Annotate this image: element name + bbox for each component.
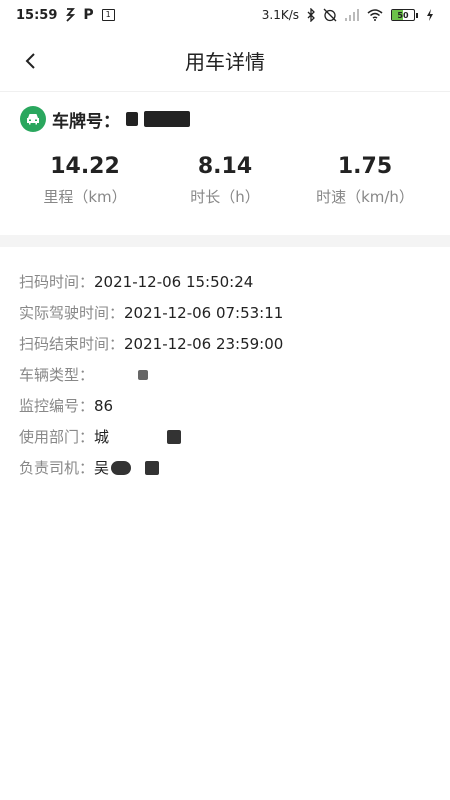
app-header: 用车详情 [0, 30, 450, 92]
redacted-driver-b [145, 460, 160, 475]
notification-box-icon: 1 [101, 9, 115, 21]
sync-icon [65, 8, 76, 22]
detail-label: 使用部门： [19, 428, 95, 446]
stat-mileage: 14.22 里程（km） [25, 152, 145, 207]
status-bar: 15:59 P 1 3.1K/s 50 [0, 0, 450, 30]
detail-list: 扫码时间： 2021-12-06 15:50:24 实际驾驶时间： 2021-1… [19, 266, 283, 483]
detail-row-department: 使用部门： 城 [19, 421, 283, 452]
detail-row-driver: 负责司机： 吴 [19, 452, 283, 483]
stat-duration: 8.14 时长（h） [165, 152, 285, 207]
redacted-vehicle-type [138, 369, 149, 380]
detail-row-scan-time: 扫码时间： 2021-12-06 15:50:24 [19, 266, 283, 297]
stat-speed: 1.75 时速（km/h） [305, 152, 425, 207]
status-left: 15:59 P 1 [16, 8, 115, 23]
detail-row-vehicle-type: 车辆类型： [19, 359, 283, 390]
alarm-off-icon [323, 8, 337, 22]
detail-row-monitor-id: 监控编号： 86 [19, 390, 283, 421]
plate-row: 车牌号： [20, 106, 190, 132]
back-arrow-icon [25, 53, 35, 69]
trip-stats: 14.22 里程（km） 8.14 时长（h） 1.75 时速（km/h） [0, 152, 450, 207]
plate-label: 车牌号： [52, 111, 120, 132]
battery-level: 50 [397, 10, 409, 20]
detail-label: 扫码结束时间： [19, 335, 125, 353]
redacted-driver-a [111, 460, 132, 475]
redacted-department [167, 429, 182, 444]
detail-value: 2021-12-06 23:59:00 [124, 334, 284, 353]
bluetooth-icon [307, 8, 315, 22]
charging-icon [426, 9, 434, 21]
wifi-icon [367, 9, 383, 21]
signal-icon [345, 9, 359, 21]
stat-value: 8.14 [197, 154, 253, 179]
page-title: 用车详情 [185, 50, 265, 74]
detail-row-scan-end-time: 扫码结束时间： 2021-12-06 23:59:00 [19, 328, 283, 359]
detail-label: 实际驾驶时间： [19, 304, 125, 322]
stat-label: 里程（km） [43, 188, 127, 206]
battery-icon: 50 [391, 9, 418, 21]
detail-row-drive-time: 实际驾驶时间： 2021-12-06 07:53:11 [19, 297, 283, 328]
detail-value: 2021-12-06 07:53:11 [124, 303, 284, 322]
stat-value: 1.75 [337, 154, 393, 179]
parking-app-icon: P [83, 7, 94, 23]
detail-value: 86 [94, 396, 114, 415]
network-speed: 3.1K/s [261, 8, 299, 22]
stat-value: 14.22 [50, 154, 120, 179]
detail-label: 车辆类型： [19, 366, 95, 384]
detail-value: 吴 [94, 459, 110, 477]
detail-value: 2021-12-06 15:50:24 [94, 272, 254, 291]
detail-label: 监控编号： [19, 397, 95, 415]
status-time: 15:59 [16, 7, 58, 23]
detail-value: 城 [94, 428, 110, 446]
section-divider [0, 235, 450, 247]
stat-label: 时速（km/h） [316, 188, 414, 206]
status-right: 3.1K/s 50 [262, 8, 434, 22]
plate-number-redacted [126, 111, 190, 127]
stat-label: 时长（h） [190, 188, 260, 206]
car-icon [20, 106, 46, 132]
detail-label: 扫码时间： [19, 273, 95, 291]
back-button[interactable] [16, 46, 46, 76]
detail-label: 负责司机： [19, 459, 95, 477]
